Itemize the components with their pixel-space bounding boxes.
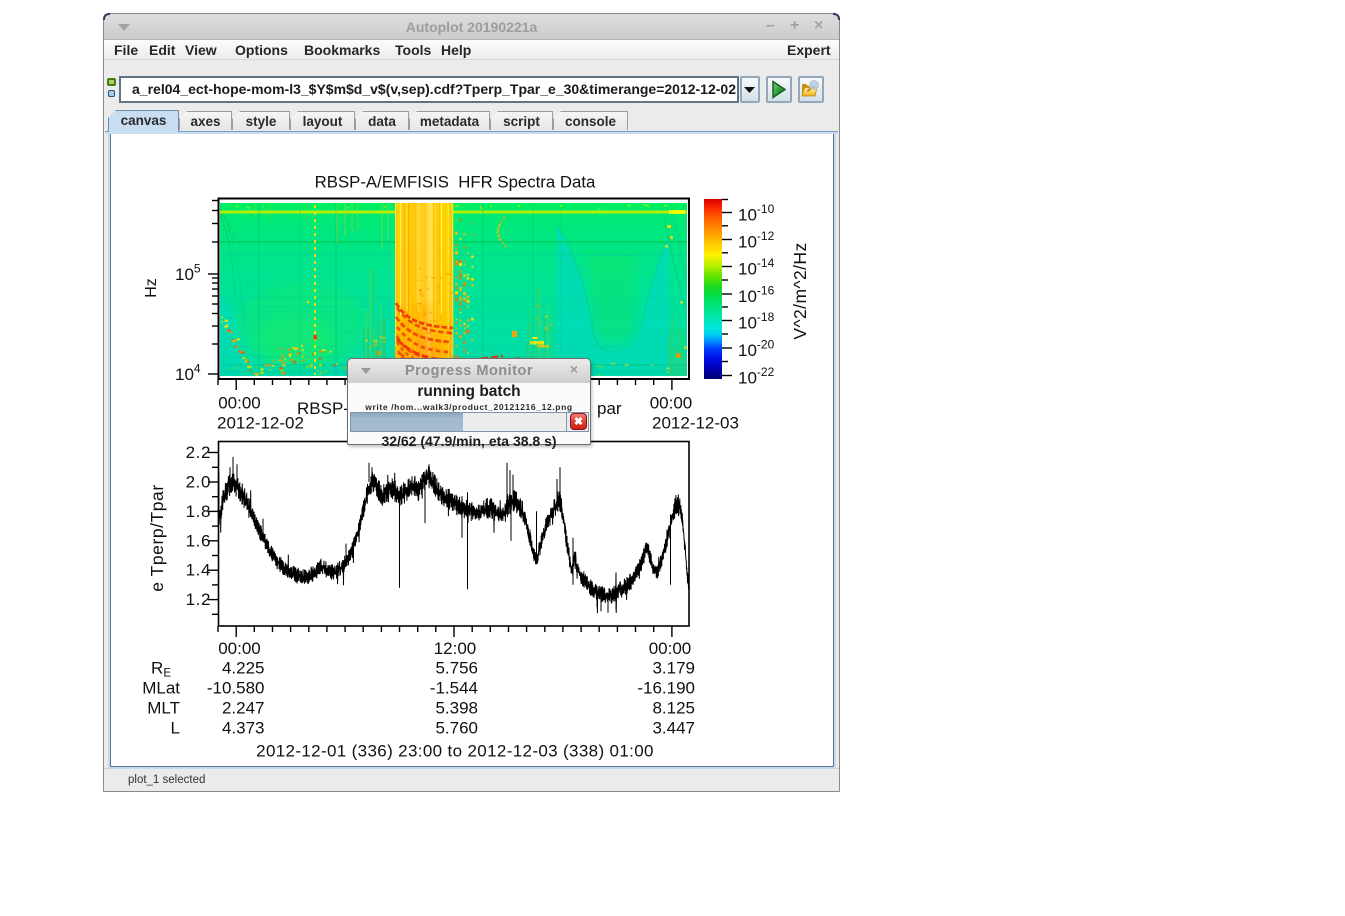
svg-text:00:00: 00:00	[218, 394, 261, 413]
svg-text:10-16: 10-16	[738, 284, 775, 307]
svg-text:4.373: 4.373	[222, 719, 265, 738]
svg-text:2012-12-03: 2012-12-03	[652, 414, 739, 433]
svg-text:12:00: 12:00	[434, 639, 477, 658]
svg-text:10-22: 10-22	[738, 365, 775, 388]
svg-text:e Tperp/Tpar: e Tperp/Tpar	[147, 484, 167, 591]
svg-text:3.447: 3.447	[652, 719, 695, 738]
svg-text:00:00: 00:00	[650, 394, 693, 413]
svg-text:-1.544: -1.544	[430, 679, 478, 698]
svg-text:5.756: 5.756	[435, 659, 478, 678]
svg-text:10-20: 10-20	[738, 338, 775, 361]
svg-text:2.2: 2.2	[186, 443, 211, 462]
svg-text:par: par	[597, 399, 622, 418]
svg-text:4.225: 4.225	[222, 659, 265, 678]
svg-text:1.8: 1.8	[186, 502, 211, 521]
svg-text:1.2: 1.2	[186, 590, 211, 609]
svg-text:2.247: 2.247	[222, 699, 265, 718]
svg-text:1.6: 1.6	[186, 531, 211, 550]
svg-text:-16.190: -16.190	[637, 679, 695, 698]
svg-text:MLT: MLT	[147, 699, 180, 718]
svg-text:Hz: Hz	[143, 278, 160, 298]
svg-text:RE: RE	[151, 659, 171, 680]
svg-text:5.398: 5.398	[435, 699, 478, 718]
svg-text:104: 104	[175, 362, 201, 385]
svg-text:5.760: 5.760	[435, 719, 478, 738]
svg-text:V^2/m^2/Hz: V^2/m^2/Hz	[790, 242, 810, 339]
svg-text:10-10: 10-10	[738, 202, 775, 225]
svg-text:1.4: 1.4	[186, 561, 211, 580]
svg-text:2012-12-02: 2012-12-02	[217, 414, 304, 433]
svg-text:00:00: 00:00	[218, 639, 261, 658]
svg-text:2.0: 2.0	[186, 473, 211, 492]
svg-text:MLat: MLat	[142, 679, 180, 698]
svg-text:105: 105	[175, 262, 201, 285]
svg-text:3.179: 3.179	[652, 659, 695, 678]
svg-text:00:00: 00:00	[649, 639, 692, 658]
svg-text:-10.580: -10.580	[207, 679, 265, 698]
svg-text:10-18: 10-18	[738, 310, 775, 333]
svg-text:10-14: 10-14	[738, 256, 775, 279]
svg-text:RBSP-A/EMFISIS HFR Spectra Da: RBSP-A/EMFISIS HFR Spectra Data	[315, 173, 596, 192]
svg-text:10-12: 10-12	[738, 229, 775, 252]
svg-text:2012-12-01 (336) 23:00 to 2012: 2012-12-01 (336) 23:00 to 2012-12-03 (33…	[256, 742, 654, 761]
svg-text:8.125: 8.125	[652, 699, 695, 718]
svg-text:L: L	[171, 719, 180, 738]
